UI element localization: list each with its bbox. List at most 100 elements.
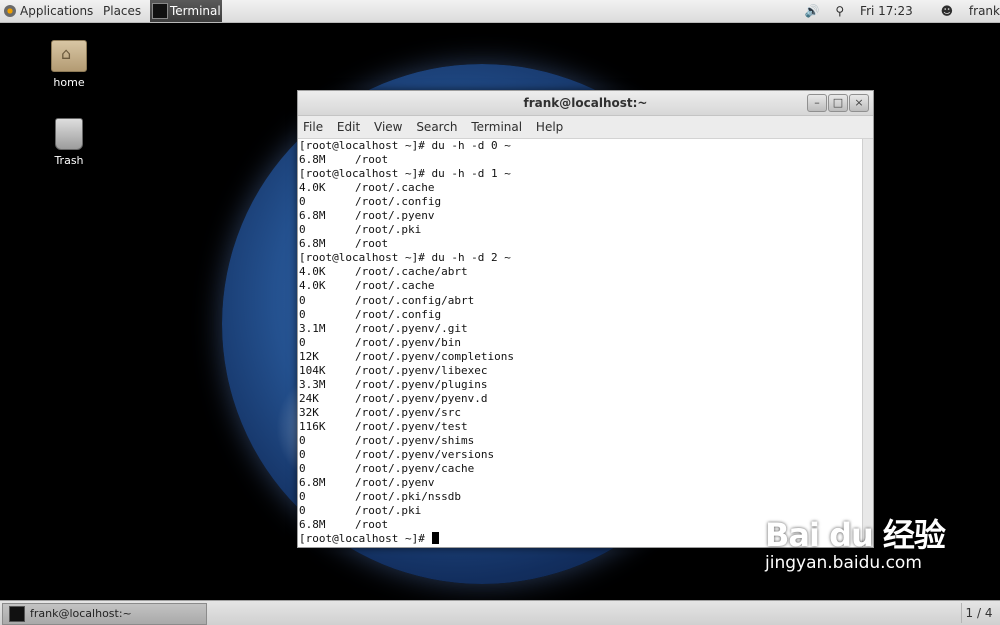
terminal-line: 0/root/.config [299,195,863,209]
places-menu[interactable]: Places [103,0,141,22]
du-path: /root/.cache [355,279,435,293]
du-path: /root/.pyenv [355,476,435,490]
terminal-line: 0/root/.pki/nssdb [299,490,863,504]
top-panel: Applications Places Terminal 🔊 ⚲ Fri 17:… [0,0,1000,23]
clock[interactable]: Fri 17:23 [860,0,913,22]
maximize-button[interactable]: □ [828,94,848,112]
terminal-icon [152,3,168,19]
baidu-watermark: Bai du 经验 jingyan.baidu.com [765,510,946,573]
du-path: /root [355,518,389,532]
workspace-switcher[interactable]: 1 / 4 [961,603,996,623]
system-tray: 🔊 ⚲ Fri 17:23 ☻ frank [793,0,1000,22]
du-size: 0 [299,307,306,321]
home-folder-icon [51,40,87,72]
menu-help[interactable]: Help [531,116,568,138]
terminal-line: 6.8M/root/.pyenv [299,476,863,490]
watermark-url: jingyan.baidu.com [765,553,922,573]
menu-view[interactable]: View [369,116,407,138]
terminal-line: 0/root/.pyenv/shims [299,434,863,448]
terminal-line: [root@localhost ~]# du -h -d 0 ~ [299,139,863,153]
du-size: 4.0K [299,265,326,279]
du-path: /root/.pyenv/test [355,419,468,433]
terminal-line: 3.3M/root/.pyenv/plugins [299,378,863,392]
du-size: 6.8M [299,209,326,223]
du-path: /root/.pyenv/completions [355,349,514,363]
du-path: /root/.pyenv/src [355,405,461,419]
terminal-line: 4.0K/root/.cache/abrt [299,265,863,279]
du-path: /root/.pyenv/pyenv.d [355,391,488,405]
terminal-line: 6.8M/root [299,153,863,167]
du-path: /root/.pyenv/plugins [355,377,488,391]
du-size: 0 [299,490,306,504]
du-size: 4.0K [299,181,326,195]
du-size: 3.3M [299,377,326,391]
du-size: 0 [299,335,306,349]
du-path: /root/.pyenv [355,209,435,223]
du-size: 6.8M [299,153,326,167]
menubar: File Edit View Search Terminal Help [298,116,873,139]
du-path: /root/.pki/nssdb [355,490,461,504]
terminal-line: 24K/root/.pyenv/pyenv.d [299,392,863,406]
du-size: 0 [299,448,306,462]
trash-icon [55,118,83,150]
du-size: 6.8M [299,237,326,251]
du-size: 12K [299,349,319,363]
du-size: 3.1M [299,321,326,335]
menu-edit[interactable]: Edit [332,116,365,138]
du-path: /root/.cache [355,181,435,195]
terminal-line: [root@localhost ~]# du -h -d 1 ~ [299,167,863,181]
terminal-prompt: [root@localhost ~]# du -h -d 2 ~ [299,251,511,265]
terminal-line: 12K/root/.pyenv/completions [299,350,863,364]
terminal-line: 6.8M/root/.pyenv [299,209,863,223]
close-button[interactable]: × [849,94,869,112]
du-path: /root/.config [355,307,442,321]
du-size: 32K [299,405,319,419]
terminal-output[interactable]: [root@localhost ~]# du -h -d 0 ~6.8M/roo… [298,139,863,547]
du-path: /root/.config [355,195,442,209]
window-titlebar[interactable]: frank@localhost:~ – □ × [298,91,873,116]
du-path: /root [355,237,389,251]
applications-menu[interactable]: Applications [4,0,93,22]
du-size: 6.8M [299,476,326,490]
terminal-line: 116K/root/.pyenv/test [299,420,863,434]
du-size: 116K [299,419,326,433]
volume-icon[interactable]: 🔊 [805,0,820,22]
terminal-line: 104K/root/.pyenv/libexec [299,364,863,378]
terminal-window: frank@localhost:~ – □ × File Edit View S… [297,90,874,548]
minimize-button[interactable]: – [807,94,827,112]
terminal-scrollbar[interactable] [862,139,873,547]
network-icon[interactable]: ⚲ [835,0,844,22]
user-menu[interactable]: ☻ frank [929,0,1000,22]
terminal-line: 3.1M/root/.pyenv/.git [299,322,863,336]
desktop-icon-trash[interactable]: Trash [29,118,109,167]
du-path: /root/.pyenv/bin [355,335,461,349]
du-path: /root/.pyenv/.git [355,321,468,335]
watermark-brand: Bai du 经验 [765,516,946,554]
gnome-foot-icon [4,5,16,17]
terminal-prompt: [root@localhost ~]# du -h -d 0 ~ [299,139,511,152]
du-size: 104K [299,363,326,377]
terminal-line: 0/root/.config [299,308,863,322]
terminal-line: 4.0K/root/.cache [299,279,863,293]
terminal-launcher[interactable]: Terminal [150,0,222,22]
du-size: 0 [299,195,306,209]
terminal-icon [9,606,25,622]
du-path: /root/.pki [355,223,422,237]
terminal-line: 0/root/.pyenv/bin [299,336,863,350]
menu-terminal[interactable]: Terminal [466,116,527,138]
du-size: 0 [299,462,306,476]
terminal-line: 32K/root/.pyenv/src [299,406,863,420]
du-path: /root/.pki [355,504,422,518]
menu-search[interactable]: Search [411,116,462,138]
du-size: 0 [299,293,306,307]
terminal-line: [root@localhost ~]# du -h -d 2 ~ [299,251,863,265]
window-title: frank@localhost:~ [523,96,648,110]
du-size: 24K [299,391,319,405]
du-path: /root [355,153,389,167]
du-size: 6.8M [299,518,326,532]
menu-file[interactable]: File [298,116,328,138]
desktop-icon-home[interactable]: home [29,40,109,89]
du-path: /root/.pyenv/shims [355,433,475,447]
du-path: /root/.pyenv/libexec [355,363,488,377]
taskbar-terminal-button[interactable]: frank@localhost:~ [2,603,207,625]
